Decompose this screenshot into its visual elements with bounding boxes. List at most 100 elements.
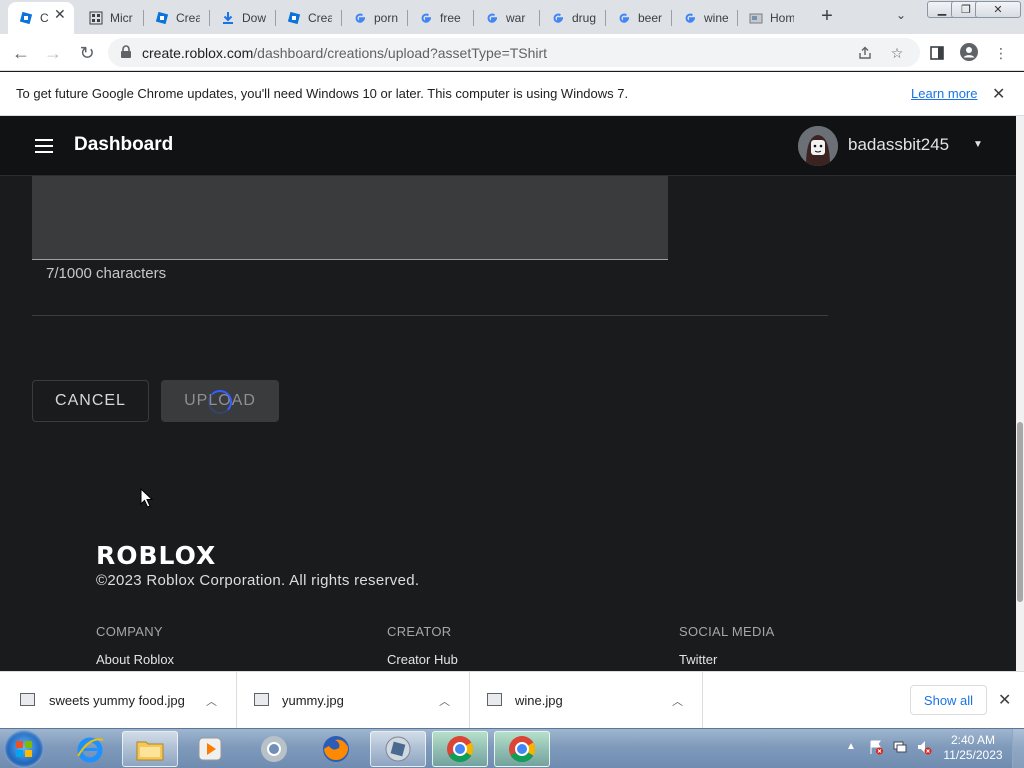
clock-date: 11/25/2023 [943,748,1003,762]
more-menu-icon[interactable]: ⋮ [992,44,1010,62]
description-textarea[interactable] [32,176,668,260]
footer-heading-company: COMPANY [96,624,163,639]
volume-muted-icon[interactable] [916,739,932,758]
show-all-downloads-button[interactable]: Show all [910,685,987,715]
page-scrollbar[interactable] [1016,116,1024,671]
media-player-icon[interactable] [182,731,238,767]
action-center-flag-icon[interactable] [868,739,884,758]
chrome-icon[interactable] [432,731,488,767]
hamburger-menu-icon[interactable] [35,139,53,153]
tab-microsoft[interactable]: Micr [78,4,142,32]
tab-create-2[interactable]: Crea [276,4,340,32]
dashboard-header: Dashboard badassbit245 ▼ [0,116,1016,176]
tab-search-chevron-icon[interactable]: ⌄ [896,8,906,22]
bookmark-star-icon[interactable]: ☆ [888,44,906,62]
url-path: /dashboard/creations/upload?assetType=TS… [253,45,548,61]
tab-google-search[interactable]: beer [606,4,670,32]
forward-arrow-icon[interactable]: → [42,42,64,64]
tab-title: Dow [242,11,266,25]
browser-tab-strip: C ✕ Micr Crea Dow Crea porn free war dru… [0,0,1024,34]
profile-icon[interactable] [960,43,978,61]
roblox-logo[interactable]: ROBLOX [96,541,216,570]
close-window-button[interactable]: ✕ [975,1,1021,18]
windows-start-button[interactable] [4,730,44,768]
page-icon [748,10,764,26]
close-tab-icon[interactable]: ✕ [54,6,66,23]
tab-home[interactable]: Hom [738,4,802,32]
chrome-grey-icon[interactable] [246,731,302,767]
tab-title: Hom [770,11,794,25]
lock-icon[interactable] [120,45,132,62]
network-icon[interactable] [892,739,908,758]
close-infobar-icon[interactable]: ✕ [992,84,1005,104]
download-filename: wine.jpg [515,693,563,708]
browser-toolbar: ← → ↻ create.roblox.com/dashboard/creati… [0,34,1024,71]
tab-title: Crea [176,11,200,25]
close-shelf-icon[interactable]: ✕ [998,690,1011,710]
section-divider [32,315,828,316]
chevron-up-icon[interactable]: ︿ [672,693,683,709]
avatar[interactable] [798,126,838,166]
tab-google-search[interactable]: porn [342,4,406,32]
mouse-cursor-icon [140,487,154,511]
tab-title: wine [704,11,728,25]
roblox-player-icon[interactable] [370,731,426,767]
url-text: create.roblox.com/dashboard/creations/up… [142,45,547,61]
footer-heading-creator: CREATOR [387,624,452,639]
address-bar[interactable]: create.roblox.com/dashboard/creations/up… [108,38,920,67]
internet-explorer-icon[interactable] [62,731,118,767]
google-icon [352,10,368,26]
download-item[interactable]: yummy.jpg ︿ [237,672,470,729]
chevron-up-icon[interactable]: ︿ [439,693,450,709]
tab-google-search[interactable]: wine [672,4,736,32]
caret-down-icon[interactable]: ▼ [973,139,983,150]
show-hidden-icons-icon[interactable]: ▲ [846,741,856,752]
reload-icon[interactable]: ↻ [76,42,98,64]
cancel-button[interactable]: CANCEL [32,380,149,422]
chevron-up-icon[interactable]: ︿ [206,693,217,709]
footer-link-about-roblox[interactable]: About Roblox [96,652,174,667]
new-tab-button[interactable]: + [816,6,838,28]
download-filename: yummy.jpg [282,693,344,708]
learn-more-link[interactable]: Learn more [911,86,977,101]
page-title[interactable]: Dashboard [74,134,173,156]
roblox-studio-icon [18,10,34,26]
tab-google-search[interactable]: drug [540,4,604,32]
file-explorer-icon[interactable] [122,731,178,767]
show-desktop-button[interactable] [1012,729,1024,768]
tab-create-1[interactable]: Crea [144,4,208,32]
download-item[interactable]: wine.jpg ︿ [470,672,703,729]
tab-google-search[interactable]: free [408,4,472,32]
downloads-shelf: sweets yummy food.jpg ︿ yummy.jpg ︿ wine… [0,671,1024,729]
download-item[interactable]: sweets yummy food.jpg ︿ [0,672,237,729]
image-file-icon [254,693,269,706]
share-icon[interactable] [856,44,874,62]
update-infobar: To get future Google Chrome updates, you… [0,72,1024,116]
google-icon [418,10,434,26]
google-icon [484,10,500,26]
clock-time: 2:40 AM [950,733,996,747]
chrome-icon[interactable] [494,731,550,767]
copyright-text: ©2023 Roblox Corporation. All rights res… [96,572,420,589]
side-panel-icon[interactable] [928,44,946,62]
google-icon [616,10,632,26]
tab-google-search[interactable]: war [474,4,538,32]
footer-link-creator-hub[interactable]: Creator Hub [387,652,458,667]
footer-link-twitter[interactable]: Twitter [679,652,717,667]
download-filename: sweets yummy food.jpg [49,693,185,708]
tab-downloads[interactable]: Dow [210,4,274,32]
tab-title: beer [638,11,662,25]
roblox-studio-icon [286,10,302,26]
tab-title: free [440,11,461,25]
username[interactable]: badassbit245 [848,135,949,155]
scrollbar-thumb[interactable] [1017,422,1023,602]
tab-title: porn [374,11,398,25]
tab-title: Crea [308,11,332,25]
firefox-icon[interactable] [308,731,364,767]
google-icon [682,10,698,26]
back-arrow-icon[interactable]: ← [10,42,32,64]
page-content: Dashboard badassbit245 ▼ 7/1000 characte… [0,116,1016,671]
image-file-icon [487,693,502,706]
character-counter: 7/1000 characters [46,265,167,282]
taskbar-clock[interactable]: 2:40 AM 11/25/2023 [938,733,1008,763]
